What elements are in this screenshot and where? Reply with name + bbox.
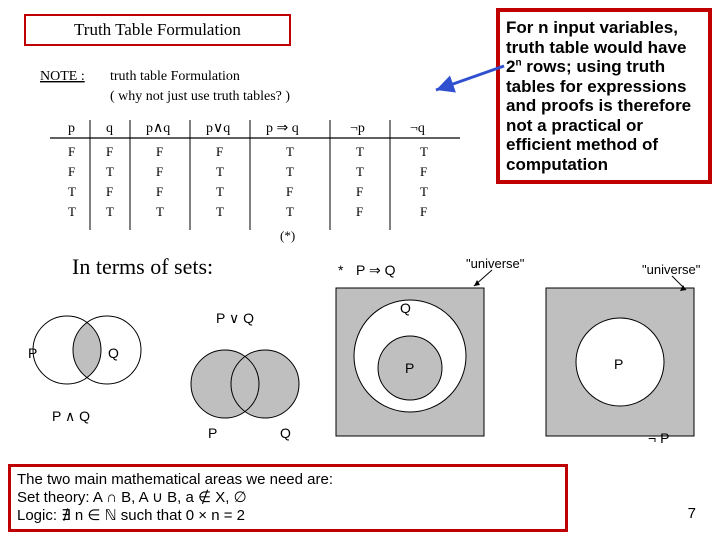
svg-text:F: F <box>106 184 113 199</box>
svg-text:T: T <box>68 204 76 219</box>
expr-union: P ∨ Q <box>216 310 254 327</box>
svg-text:F: F <box>420 164 427 179</box>
svg-text:F: F <box>156 144 163 159</box>
hand-line1: truth table Formulation <box>110 69 240 84</box>
svg-text:T: T <box>106 164 114 179</box>
svg-text:q: q <box>106 121 113 136</box>
note-post: rows; using truth tables for expressions… <box>506 57 691 174</box>
svg-text:T: T <box>356 164 364 179</box>
expr-intersect: P ∧ Q <box>52 408 90 425</box>
footer-box: The two main mathematical areas we need … <box>8 464 568 532</box>
svg-text:T: T <box>106 204 114 219</box>
svg-text:¬p: ¬p <box>350 121 365 136</box>
footer-l3: Logic: ∄ n ∈ ℕ such that 0 × n = 2 <box>17 507 559 525</box>
svg-text:T: T <box>216 204 224 219</box>
svg-text:F: F <box>156 164 163 179</box>
arrow-universe-implies <box>470 268 500 297</box>
svg-text:F: F <box>68 144 75 159</box>
svg-text:T: T <box>356 144 364 159</box>
svg-text:F: F <box>356 204 363 219</box>
label-q-union: Q <box>280 425 291 441</box>
note-box: For n input variables, truth table would… <box>496 8 712 184</box>
svg-text:p ⇒ q: p ⇒ q <box>266 121 299 136</box>
footer-l1: The two main mathematical areas we need … <box>17 471 559 489</box>
label-p-implies: P <box>405 360 414 376</box>
handwritten-truth-table: NOTE : truth table Formulation ( why not… <box>40 62 480 242</box>
svg-text:T: T <box>68 184 76 199</box>
label-p-neg: P <box>614 356 623 372</box>
svg-text:T: T <box>216 184 224 199</box>
svg-text:T: T <box>286 164 294 179</box>
label-p-union: P <box>208 425 217 441</box>
svg-text:¬q: ¬q <box>410 121 425 136</box>
title-box: Truth Table Formulation <box>24 14 291 46</box>
expr-implies: P ⇒ Q <box>356 262 395 279</box>
arrow-universe-neg <box>668 274 694 301</box>
label-q-implies: Q <box>400 300 411 316</box>
svg-text:T: T <box>216 164 224 179</box>
hand-note-label: NOTE : <box>40 69 85 84</box>
svg-text:p∨q: p∨q <box>206 121 230 136</box>
svg-text:p: p <box>68 121 75 136</box>
svg-text:T: T <box>420 184 428 199</box>
svg-text:T: T <box>286 144 294 159</box>
svg-text:F: F <box>156 184 163 199</box>
svg-text:F: F <box>216 144 223 159</box>
title-text: Truth Table Formulation <box>74 20 241 39</box>
svg-text:F: F <box>68 164 75 179</box>
footer-l2: Set theory: A ∩ B, A ∪ B, a ∉ X, ∅ <box>17 489 559 507</box>
svg-text:F: F <box>106 144 113 159</box>
hand-line2: ( why not just use truth tables? ) <box>110 89 290 104</box>
sets-heading: In terms of sets: <box>72 254 213 280</box>
svg-text:F: F <box>420 204 427 219</box>
page-number: 7 <box>688 505 696 522</box>
venn-union <box>180 334 310 439</box>
svg-text:T: T <box>420 144 428 159</box>
hand-star: (*) <box>280 228 295 243</box>
svg-text:F: F <box>286 184 293 199</box>
expr-neg: ¬ P <box>648 430 669 446</box>
venn-intersection <box>22 300 152 405</box>
label-p-intersect: P <box>28 345 37 361</box>
expr-implies-star: * <box>338 262 343 278</box>
svg-text:T: T <box>156 204 164 219</box>
svg-text:T: T <box>286 204 294 219</box>
svg-text:p∧q: p∧q <box>146 121 170 136</box>
svg-text:F: F <box>356 184 363 199</box>
label-q-intersect: Q <box>108 345 119 361</box>
